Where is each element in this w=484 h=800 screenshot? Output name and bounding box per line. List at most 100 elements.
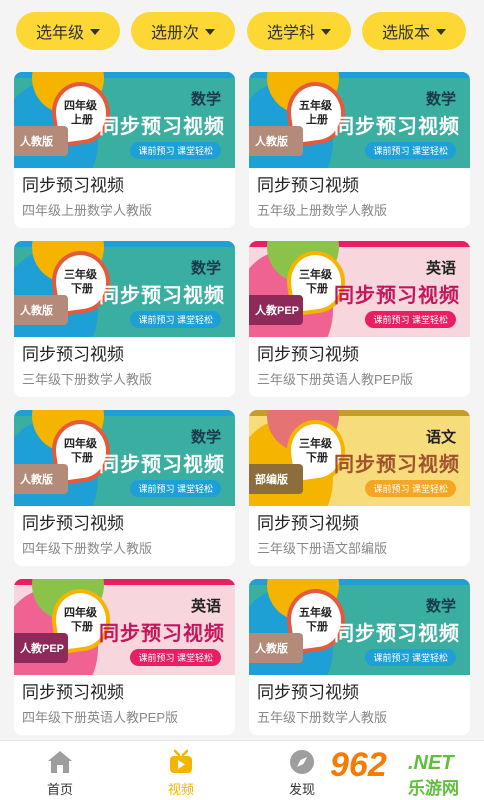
video-card[interactable]: 四年级 下册 人教PEP 英语 同步预习视频 课前预习 课堂轻松 同步预习视频 … — [14, 579, 235, 735]
subject-label: 数学 — [190, 260, 221, 277]
video-thumbnail: 五年级 下册 人教版 数学 同步预习视频 课前预习 课堂轻松 — [249, 579, 470, 675]
grade-text: 五年级 — [298, 607, 332, 620]
tab-video-label: 视频 — [167, 782, 194, 797]
thumbnail-title: 同步预习视频 — [99, 623, 225, 645]
card-title: 同步预习视频 — [22, 683, 124, 702]
watermark-site: 乐游网 — [408, 779, 459, 798]
bottom-tab-bar: 首页 视频 发现 962 .NET 乐游网 — [0, 740, 484, 800]
volume-text: 下册 — [70, 451, 93, 464]
edition-badge: 部编版 — [249, 464, 303, 494]
video-card[interactable]: 三年级 下册 部编版 语文 同步预习视频 课前预习 课堂轻松 同步预习视频 三年… — [249, 410, 470, 566]
filter-bar: 选年级 选册次 选学科 选版本 — [0, 12, 484, 50]
card-info: 同步预习视频 四年级上册数学人教版 — [14, 168, 235, 219]
edition-badge: 人教PEP — [14, 633, 68, 663]
filter-grade-button[interactable]: 选年级 — [16, 12, 120, 50]
card-title: 同步预习视频 — [257, 514, 359, 533]
watermark-net: .NET — [408, 752, 454, 774]
slogan-badge: 课前预习 课堂轻松 — [130, 480, 221, 497]
slogan-badge: 课前预习 课堂轻松 — [130, 142, 221, 159]
video-thumbnail: 三年级 下册 人教PEP 英语 同步预习视频 课前预习 课堂轻松 — [249, 241, 470, 337]
video-thumbnail: 四年级 下册 人教版 数学 同步预习视频 课前预习 课堂轻松 — [14, 410, 235, 506]
tab-home[interactable]: 首页 — [20, 749, 100, 798]
grade-text: 四年级 — [63, 100, 97, 113]
thumbnail-title: 同步预习视频 — [334, 285, 460, 307]
video-card[interactable]: 五年级 上册 人教版 数学 同步预习视频 课前预习 课堂轻松 同步预习视频 五年… — [249, 72, 470, 228]
video-thumbnail: 四年级 上册 人教版 数学 同步预习视频 课前预习 课堂轻松 — [14, 72, 235, 168]
card-subtitle: 四年级下册英语人教PEP版 — [22, 710, 179, 725]
caret-down-icon — [436, 29, 446, 35]
video-thumbnail: 三年级 下册 部编版 语文 同步预习视频 课前预习 课堂轻松 — [249, 410, 470, 506]
card-title: 同步预习视频 — [257, 345, 359, 364]
card-subtitle: 五年级下册数学人教版 — [257, 710, 388, 725]
card-subtitle: 三年级下册语文部编版 — [257, 541, 388, 556]
filter-volume-label: 选册次 — [150, 25, 199, 42]
video-icon — [170, 749, 192, 773]
video-thumbnail: 四年级 下册 人教PEP 英语 同步预习视频 课前预习 课堂轻松 — [14, 579, 235, 675]
edition-badge: 人教版 — [14, 126, 68, 156]
video-card[interactable]: 三年级 下册 人教版 数学 同步预习视频 课前预习 课堂轻松 同步预习视频 三年… — [14, 241, 235, 397]
tab-discover-label: 发现 — [288, 782, 315, 797]
volume-text: 上册 — [305, 113, 328, 126]
thumbnail-title: 同步预习视频 — [334, 454, 460, 476]
slogan-badge: 课前预习 课堂轻松 — [365, 480, 456, 497]
card-info: 同步预习视频 三年级下册数学人教版 — [14, 337, 235, 388]
watermark-number: 962 — [330, 746, 387, 784]
subject-label: 语文 — [425, 429, 456, 446]
compass-icon — [290, 750, 314, 774]
filter-subject-button[interactable]: 选学科 — [247, 12, 351, 50]
slogan-badge: 课前预习 课堂轻松 — [365, 311, 456, 328]
card-info: 同步预习视频 五年级上册数学人教版 — [249, 168, 470, 219]
edition-badge: 人教版 — [249, 633, 303, 663]
grade-text: 四年级 — [63, 607, 97, 620]
tab-video[interactable]: 视频 — [141, 749, 221, 798]
grade-text: 四年级 — [63, 438, 97, 451]
subject-label: 数学 — [425, 598, 456, 615]
card-info: 同步预习视频 五年级下册数学人教版 — [249, 675, 470, 726]
card-title: 同步预习视频 — [22, 176, 124, 195]
tab-home-label: 首页 — [46, 782, 73, 797]
video-card[interactable]: 四年级 下册 人教版 数学 同步预习视频 课前预习 课堂轻松 同步预习视频 四年… — [14, 410, 235, 566]
volume-text: 下册 — [70, 620, 93, 633]
filter-volume-button[interactable]: 选册次 — [131, 12, 235, 50]
thumbnail-title: 同步预习视频 — [334, 116, 460, 138]
thumbnail-title: 同步预习视频 — [99, 116, 225, 138]
caret-down-icon — [205, 29, 215, 35]
edition-badge: 人教版 — [249, 126, 303, 156]
video-card[interactable]: 四年级 上册 人教版 数学 同步预习视频 课前预习 课堂轻松 同步预习视频 四年… — [14, 72, 235, 228]
card-info: 同步预习视频 三年级下册英语人教PEP版 — [249, 337, 470, 388]
thumbnail-title: 同步预习视频 — [99, 454, 225, 476]
filter-edition-button[interactable]: 选版本 — [362, 12, 466, 50]
volume-text: 下册 — [305, 451, 328, 464]
card-subtitle: 四年级下册数学人教版 — [22, 541, 153, 556]
volume-text: 下册 — [305, 620, 328, 633]
edition-badge: 人教版 — [14, 295, 68, 325]
subject-label: 英语 — [425, 260, 456, 277]
subject-label: 数学 — [190, 429, 221, 446]
thumbnail-title: 同步预习视频 — [99, 285, 225, 307]
slogan-badge: 课前预习 课堂轻松 — [130, 311, 221, 328]
card-subtitle: 三年级下册英语人教PEP版 — [257, 372, 414, 387]
card-title: 同步预习视频 — [257, 176, 359, 195]
volume-text: 下册 — [70, 282, 93, 295]
grade-text: 三年级 — [298, 269, 332, 282]
slogan-badge: 课前预习 课堂轻松 — [365, 649, 456, 666]
card-title: 同步预习视频 — [22, 345, 124, 364]
slogan-badge: 课前预习 课堂轻松 — [130, 649, 221, 666]
slogan-badge: 课前预习 课堂轻松 — [365, 142, 456, 159]
caret-down-icon — [321, 29, 331, 35]
video-card[interactable]: 三年级 下册 人教PEP 英语 同步预习视频 课前预习 课堂轻松 同步预习视频 … — [249, 241, 470, 397]
card-title: 同步预习视频 — [22, 514, 124, 533]
card-info: 同步预习视频 四年级下册数学人教版 — [14, 506, 235, 557]
grade-text: 三年级 — [63, 269, 97, 282]
video-thumbnail: 五年级 上册 人教版 数学 同步预习视频 课前预习 课堂轻松 — [249, 72, 470, 168]
card-subtitle: 三年级下册数学人教版 — [22, 372, 153, 387]
caret-down-icon — [90, 29, 100, 35]
video-card[interactable]: 五年级 下册 人教版 数学 同步预习视频 课前预习 课堂轻松 同步预习视频 五年… — [249, 579, 470, 735]
subject-label: 数学 — [190, 91, 221, 108]
edition-badge: 人教PEP — [249, 295, 303, 325]
volume-text: 下册 — [305, 282, 328, 295]
home-icon — [48, 751, 72, 773]
video-thumbnail: 三年级 下册 人教版 数学 同步预习视频 课前预习 课堂轻松 — [14, 241, 235, 337]
thumbnail-title: 同步预习视频 — [334, 623, 460, 645]
grade-text: 三年级 — [298, 438, 332, 451]
